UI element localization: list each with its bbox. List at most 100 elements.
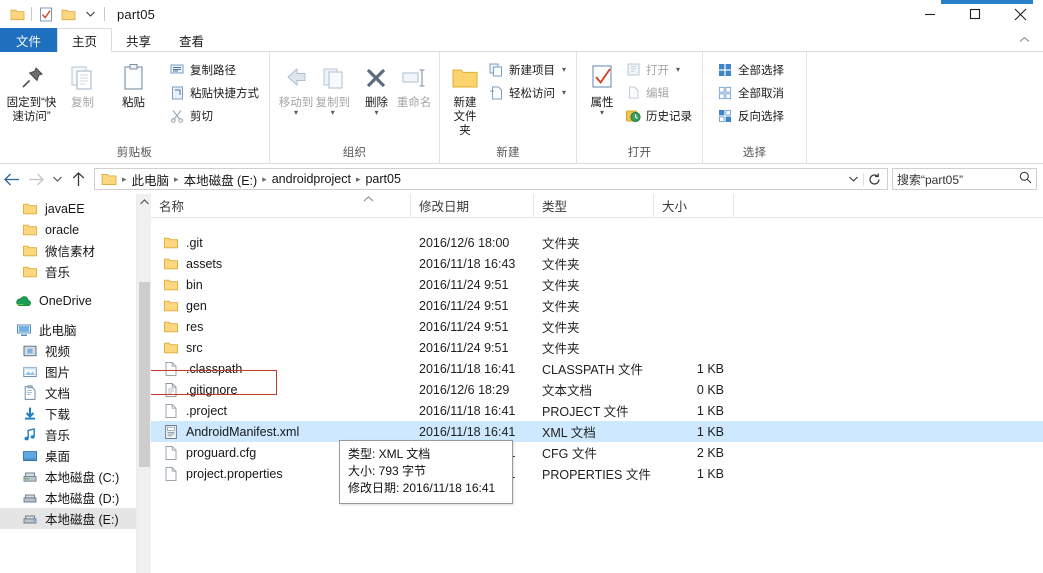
recent-locations-button[interactable] <box>48 167 66 191</box>
table-row[interactable]: project.properties2016/11/18 16:41PROPER… <box>151 463 1043 484</box>
tab-home[interactable]: 主页 <box>57 28 113 52</box>
easy-access-button[interactable]: 轻松访问 ▾ <box>484 82 570 103</box>
back-button[interactable] <box>0 167 24 191</box>
copy-button[interactable]: 复制 <box>57 56 108 110</box>
table-row[interactable]: gen 2016/11/24 9:51 文件夹 <box>151 295 1043 316</box>
properties-button[interactable]: 属性 ▾ <box>585 56 619 117</box>
select-all-button[interactable]: 全部选择 <box>713 59 788 80</box>
delete-button[interactable]: 删除 ▾ <box>358 56 396 117</box>
paste-button[interactable]: 粘贴 <box>108 56 159 110</box>
open-button[interactable]: 打开 ▾ <box>621 59 696 80</box>
minimize-button[interactable] <box>907 0 952 28</box>
tooltip-line-0: 类型: XML 文档 <box>348 447 431 461</box>
navigation-pane-scrollbar[interactable] <box>136 194 151 573</box>
sidebar-item-1[interactable]: oracle <box>0 219 136 240</box>
table-row[interactable]: proguard.cfg2016/11/18 16:41CFG 文件2 KB <box>151 442 1043 463</box>
navigation-pane[interactable]: javaEE oracle 微信素材 音乐 OneDrive 此电脑 视频 图片 文档 下载 音乐桌… <box>0 194 136 573</box>
ribbon-group-label-new: 新建 <box>496 147 520 159</box>
table-row[interactable]: .git 2016/12/6 18:00 文件夹 <box>151 232 1043 253</box>
sidebar-item-12[interactable]: 本地磁盘 (C:) <box>0 466 136 487</box>
sidebar-item-8[interactable]: 文档 <box>0 382 136 403</box>
sidebar-item-label: 本地磁盘 (E:) <box>45 513 119 527</box>
file-list-pane[interactable]: 名称 修改日期 类型 大小 .git 2016/12/6 18:00 文件夹 assets 2… <box>151 194 1043 573</box>
sidebar-item-4[interactable]: OneDrive <box>0 290 136 311</box>
table-row[interactable]: src 2016/11/24 9:51 文件夹 <box>151 337 1043 358</box>
chevron-down-icon-address[interactable] <box>843 176 863 182</box>
paste-shortcut-button[interactable]: 粘贴快捷方式 <box>165 82 263 103</box>
tab-share[interactable]: 共享 <box>112 28 165 52</box>
tab-file[interactable]: 文件 <box>0 28 58 52</box>
cut-label: 剪切 <box>190 110 213 123</box>
history-button[interactable]: 历史记录 <box>621 105 696 126</box>
rename-button[interactable]: 重命名 <box>395 56 433 110</box>
chevron-down-icon-3[interactable]: ▾ <box>374 109 378 117</box>
up-button[interactable] <box>66 167 90 191</box>
table-row[interactable]: bin 2016/11/24 9:51 文件夹 <box>151 274 1043 295</box>
column-header-date[interactable]: 修改日期 <box>411 194 534 217</box>
breadcrumb-item-1[interactable]: 本地磁盘 (E:) <box>180 169 262 189</box>
sidebar-item-5[interactable]: 此电脑 <box>0 319 136 340</box>
sidebar-item-14[interactable]: 本地磁盘 (E:) <box>0 508 136 529</box>
sidebar-item-13[interactable]: 本地磁盘 (D:) <box>0 487 136 508</box>
search-input[interactable]: 搜索“part05” <box>892 168 1037 190</box>
tab-view[interactable]: 查看 <box>165 28 218 52</box>
address-bar[interactable]: ▸ 此电脑 ▸ 本地磁盘 (E:) ▸ androidproject ▸ par… <box>94 168 888 190</box>
properties-icon[interactable] <box>35 3 57 25</box>
sidebar-item-11[interactable]: 桌面 <box>0 445 136 466</box>
close-button[interactable] <box>997 0 1043 28</box>
copy-icon <box>69 60 97 96</box>
breadcrumb-item-0[interactable]: 此电脑 <box>128 169 174 189</box>
table-row[interactable]: assets 2016/11/18 16:43 文件夹 <box>151 253 1043 274</box>
column-header-size[interactable]: 大小 <box>654 194 734 217</box>
move-to-button[interactable]: 移动到 ▾ <box>278 56 314 117</box>
select-none-button[interactable]: 全部取消 <box>713 82 788 103</box>
column-header-type[interactable]: 类型 <box>534 194 654 217</box>
sidebar-item-9[interactable]: 下载 <box>0 403 136 424</box>
sidebar-item-2[interactable]: 微信素材 <box>0 240 136 261</box>
scrollbar-thumb[interactable] <box>139 282 150 467</box>
pin-to-quick-access-button[interactable]: 固定到“快速访问” <box>6 56 57 124</box>
copy-path-label: 复制路径 <box>190 64 236 77</box>
table-row[interactable]: AndroidManifest.xml 2016/11/18 16:41 XML 文… <box>151 421 1043 442</box>
sidebar-item-3[interactable]: 音乐 <box>0 261 136 282</box>
edit-button[interactable]: 编辑 <box>621 82 696 103</box>
copy-path-button[interactable]: 复制路径 <box>165 59 263 80</box>
cell-size: 0 KB <box>696 382 724 397</box>
customize-dropdown-icon[interactable] <box>79 3 101 25</box>
sidebar-item-0[interactable]: javaEE <box>0 198 136 219</box>
ribbon-group-select: 全部选择 全部取消 反向选择 选择 <box>703 52 807 164</box>
new-folder-button[interactable]: 新建文件夹 <box>450 56 480 138</box>
copy-to-button[interactable]: 复制到 ▾ <box>314 56 352 117</box>
table-row[interactable]: .classpath 2016/11/18 16:41 CLASSPATH 文件 1 … <box>151 358 1043 379</box>
breadcrumb-root-icon[interactable] <box>97 169 121 189</box>
table-row[interactable]: .project 2016/11/18 16:41 PROJECT 文件 1 KB <box>151 400 1043 421</box>
sidebar-item-label: oracle <box>45 222 80 237</box>
chevron-down-icon-new-item[interactable]: ▾ <box>562 65 566 74</box>
invert-selection-button[interactable]: 反向选择 <box>713 105 788 126</box>
breadcrumb-item-2[interactable]: androidproject <box>268 169 355 189</box>
chevron-down-icon-properties[interactable]: ▾ <box>600 109 604 117</box>
chevron-down-icon-2[interactable]: ▾ <box>331 109 335 117</box>
chevron-down-icon-open[interactable]: ▾ <box>676 65 680 74</box>
scroll-up-icon[interactable] <box>137 194 152 209</box>
forward-button[interactable] <box>24 167 48 191</box>
sidebar-item-10[interactable]: 音乐 <box>0 424 136 445</box>
refresh-icon[interactable] <box>863 172 885 186</box>
table-row[interactable]: res 2016/11/24 9:51 文件夹 <box>151 316 1043 337</box>
chevron-down-icon[interactable]: ▾ <box>294 109 298 117</box>
table-row[interactable]: .gitignore 2016/12/6 18:29 文本文档 0 KB <box>151 379 1043 400</box>
sidebar-item-7[interactable]: 图片 <box>0 361 136 382</box>
search-icon[interactable] <box>1019 171 1032 187</box>
chevron-up-icon[interactable] <box>1015 30 1033 48</box>
cut-button[interactable]: 剪切 <box>165 105 263 126</box>
sidebar-item-6[interactable]: 视频 <box>0 340 136 361</box>
folder-icon <box>163 319 179 335</box>
chevron-down-icon-easy-access[interactable]: ▾ <box>562 88 566 97</box>
breadcrumb-item-3[interactable]: part05 <box>361 169 404 189</box>
maximize-button[interactable] <box>952 0 997 28</box>
folder-icon[interactable] <box>6 3 28 25</box>
ribbon-filler <box>807 52 1043 164</box>
new-folder-icon[interactable] <box>57 3 79 25</box>
invert-selection-icon <box>717 108 733 124</box>
new-item-button[interactable]: 新建项目 ▾ <box>484 59 570 80</box>
